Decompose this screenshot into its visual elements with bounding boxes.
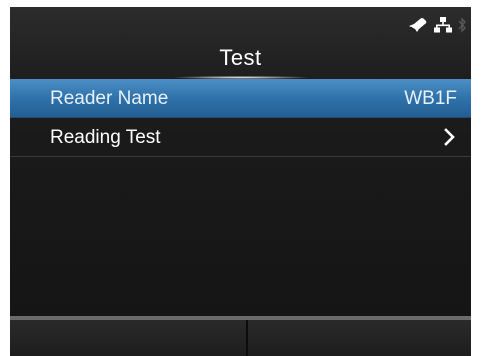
- softkey-bar: [10, 316, 471, 356]
- settings-menu: Reader Name WB1F Reading Test: [10, 79, 471, 157]
- printer-display: Test Reader Name WB1F Reading Test: [10, 7, 471, 356]
- menu-item-reader-name[interactable]: Reader Name WB1F: [10, 79, 471, 118]
- menu-item-value: WB1F: [404, 88, 457, 109]
- network-icon: [434, 17, 452, 38]
- chevron-right-icon: [443, 127, 457, 147]
- bluetooth-icon: [458, 17, 467, 38]
- header-bar: Test: [10, 7, 471, 79]
- menu-item-reading-test[interactable]: Reading Test: [10, 118, 471, 157]
- status-icons: [408, 17, 467, 38]
- page-title: Test: [219, 45, 262, 70]
- rfid-pen-icon: [408, 17, 428, 38]
- softkey-right-button[interactable]: [248, 320, 471, 356]
- menu-item-label: Reading Test: [50, 127, 161, 148]
- softkey-left-button[interactable]: [10, 320, 246, 356]
- menu-item-label: Reader Name: [50, 88, 169, 109]
